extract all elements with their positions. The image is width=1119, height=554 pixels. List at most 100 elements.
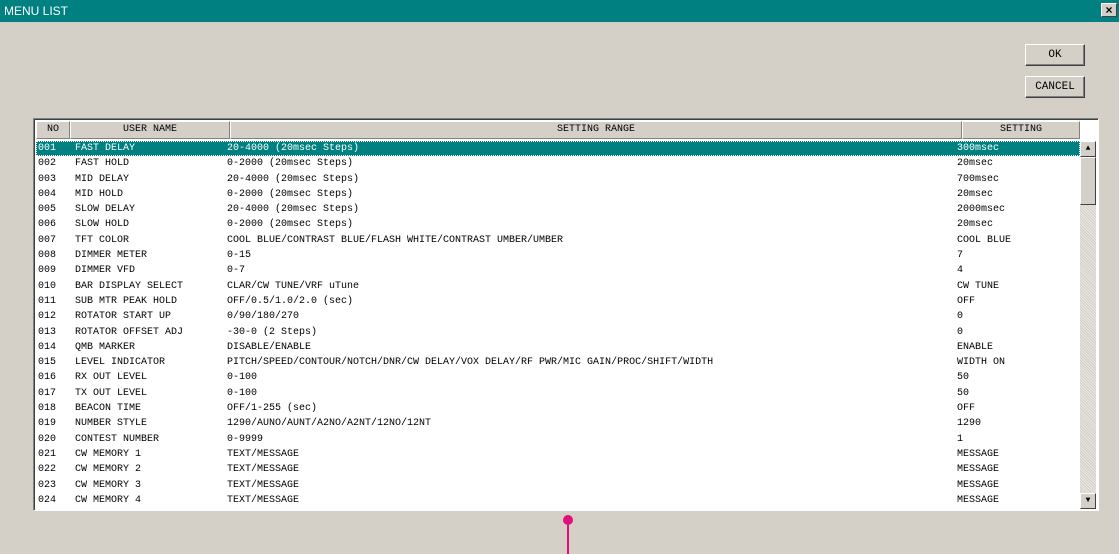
cell-setting-range: 0-2000 (20msec Steps)	[227, 219, 354, 231]
cell-no: 009	[38, 265, 57, 277]
menu-list-table[interactable]: NO USER NAME SETTING RANGE SETTING 001 FA…	[33, 118, 1099, 511]
table-row[interactable]: 009 DIMMER VFD 0-7 4	[36, 263, 1080, 278]
vertical-scrollbar[interactable]: ▲ ▼	[1080, 141, 1096, 509]
cell-setting: MESSAGE	[957, 464, 1000, 476]
table-row[interactable]: 006 SLOW HOLD 0-2000 (20msec Steps) 20msec	[36, 217, 1080, 232]
cell-no: 019	[38, 418, 57, 430]
cell-no: 013	[38, 326, 57, 338]
cell-setting-range: TEXT/MESSAGE	[227, 448, 300, 460]
table-row[interactable]: 010 BAR DISPLAY SELECT CLAR/CW TUNE/VRF uT…	[36, 279, 1080, 294]
cell-setting-range: 0-7	[227, 265, 246, 277]
cell-setting: 1290	[957, 418, 982, 430]
cell-no: 024	[38, 494, 57, 506]
table-row[interactable]: 018 BEACON TIME OFF/1-255 (sec) OFF	[36, 401, 1080, 416]
cell-no: 012	[38, 311, 57, 323]
cell-user-name: RX OUT LEVEL	[75, 372, 148, 384]
cell-setting-range: 0-2000 (20msec Steps)	[227, 158, 354, 170]
cell-setting: 300msec	[957, 143, 1000, 154]
header-setting[interactable]: SETTING	[962, 121, 1080, 139]
ok-button[interactable]: OK	[1025, 44, 1085, 66]
cell-user-name: ROTATOR START UP	[75, 311, 172, 323]
cell-user-name: CONTEST NUMBER	[75, 433, 160, 445]
cell-setting: 20msec	[957, 188, 994, 200]
table-row[interactable]: 001 FAST DELAY 20-4000 (20msec Steps) 300ms…	[36, 141, 1080, 157]
table-row[interactable]: 020 CONTEST NUMBER 0-9999 1	[36, 432, 1080, 447]
scroll-down-button[interactable]: ▼	[1080, 493, 1096, 509]
cell-setting-range: 0/90/180/270	[227, 311, 300, 323]
table-row[interactable]: 007 TFT COLOR COOL BLUE/CONTRAST BLUE/FLAS…	[36, 233, 1080, 248]
header-no[interactable]: NO	[36, 121, 70, 139]
cell-user-name: CW MEMORY 4	[75, 494, 142, 506]
table-row[interactable]: 005 SLOW DELAY 20-4000 (20msec Steps) 2000m…	[36, 202, 1080, 217]
title-bar[interactable]: MENU LIST ×	[0, 0, 1119, 22]
cell-user-name: SLOW HOLD	[75, 219, 130, 231]
cell-user-name: ROTATOR OFFSET ADJ	[75, 326, 184, 338]
cell-setting: ENABLE	[957, 341, 994, 353]
cell-setting-range: 20-4000 (20msec Steps)	[227, 204, 360, 216]
cell-setting: 1	[957, 433, 964, 445]
cell-user-name: CW MEMORY 1	[75, 448, 142, 460]
table-row[interactable]: 014 QMB MARKER DISABLE/ENABLE ENABLE	[36, 340, 1080, 355]
scroll-up-button[interactable]: ▲	[1080, 141, 1096, 157]
cell-setting: OFF	[957, 295, 976, 307]
cell-no: 023	[38, 479, 57, 491]
cell-setting: 20msec	[957, 219, 994, 231]
cell-user-name: BEACON TIME	[75, 403, 142, 415]
cell-no: 003	[38, 173, 57, 185]
cell-user-name: TX OUT LEVEL	[75, 387, 148, 399]
table-row[interactable]: 012 ROTATOR START UP 0/90/180/270 0	[36, 309, 1080, 324]
cell-setting-range: DISABLE/ENABLE	[227, 341, 312, 353]
cell-setting-range: 0-100	[227, 387, 258, 399]
table-row[interactable]: 008 DIMMER METER 0-15 7	[36, 248, 1080, 263]
cell-user-name: TFT COLOR	[75, 234, 130, 246]
cell-user-name: SUB MTR PEAK HOLD	[75, 295, 178, 307]
cell-setting: 50	[957, 372, 970, 384]
header-user-name[interactable]: USER NAME	[70, 121, 230, 139]
cell-no: 010	[38, 280, 57, 292]
cell-setting-range: TEXT/MESSAGE	[227, 494, 300, 506]
cell-user-name: SLOW DELAY	[75, 204, 136, 216]
table-header: NO USER NAME SETTING RANGE SETTING	[36, 121, 1080, 139]
close-button[interactable]: ×	[1101, 3, 1117, 17]
table-row[interactable]: 011 SUB MTR PEAK HOLD OFF/0.5/1.0/2.0 (sec…	[36, 294, 1080, 309]
cell-no: 011	[38, 295, 57, 307]
table-row[interactable]: 019 NUMBER STYLE 1290/AUNO/AUNT/A2NO/A2NT/…	[36, 416, 1080, 431]
cell-user-name: MID HOLD	[75, 188, 124, 200]
cell-setting: COOL BLUE	[957, 234, 1012, 246]
cell-no: 004	[38, 188, 57, 200]
table-row[interactable]: 003 MID DELAY 20-4000 (20msec Steps) 700mse…	[36, 172, 1080, 187]
cell-no: 015	[38, 357, 57, 369]
cell-setting: 700msec	[957, 173, 1000, 185]
cell-user-name: CW MEMORY 2	[75, 464, 142, 476]
table-row[interactable]: 002 FAST HOLD 0-2000 (20msec Steps) 20msec	[36, 156, 1080, 171]
cell-user-name: CW MEMORY 3	[75, 479, 142, 491]
header-setting-range[interactable]: SETTING RANGE	[230, 121, 962, 139]
cell-setting: 4	[957, 265, 964, 277]
cell-setting-range: 0-2000 (20msec Steps)	[227, 188, 354, 200]
table-row[interactable]: 017 TX OUT LEVEL 0-100 50	[36, 386, 1080, 401]
cell-setting: 0	[957, 311, 964, 323]
cell-setting-range: CLAR/CW TUNE/VRF uTune	[227, 280, 360, 292]
table-row[interactable]: 023 CW MEMORY 3 TEXT/MESSAGE MESSAGE	[36, 478, 1080, 493]
cell-user-name: NUMBER STYLE	[75, 418, 148, 430]
cell-setting: 2000msec	[957, 204, 1006, 216]
cell-setting-range: COOL BLUE/CONTRAST BLUE/FLASH WHITE/CONT…	[227, 234, 564, 246]
table-row[interactable]: 021 CW MEMORY 1 TEXT/MESSAGE MESSAGE	[36, 447, 1080, 462]
table-row[interactable]: 015 LEVEL INDICATOR PITCH/SPEED/CONTOUR/NO…	[36, 355, 1080, 370]
table-row[interactable]: 013 ROTATOR OFFSET ADJ -30-0 (2 Steps) 0	[36, 325, 1080, 340]
cell-user-name: DIMMER METER	[75, 250, 148, 262]
table-row[interactable]: 022 CW MEMORY 2 TEXT/MESSAGE MESSAGE	[36, 462, 1080, 477]
cell-setting-range: 0-100	[227, 372, 258, 384]
cell-no: 016	[38, 372, 57, 384]
table-row[interactable]: 004 MID HOLD 0-2000 (20msec Steps) 20msec	[36, 187, 1080, 202]
table-row[interactable]: 016 RX OUT LEVEL 0-100 50	[36, 370, 1080, 385]
scroll-thumb[interactable]	[1080, 157, 1096, 205]
cell-setting-range: 20-4000 (20msec Steps)	[227, 143, 360, 154]
table-row[interactable]: 024 CW MEMORY 4 TEXT/MESSAGE MESSAGE	[36, 493, 1080, 508]
cancel-button[interactable]: CANCEL	[1025, 76, 1085, 98]
cell-user-name: BAR DISPLAY SELECT	[75, 280, 184, 292]
cell-user-name: MID DELAY	[75, 173, 130, 185]
table-body: 001 FAST DELAY 20-4000 (20msec Steps) 300ms…	[36, 141, 1080, 508]
cell-no: 017	[38, 387, 57, 399]
cell-setting-range: TEXT/MESSAGE	[227, 479, 300, 491]
